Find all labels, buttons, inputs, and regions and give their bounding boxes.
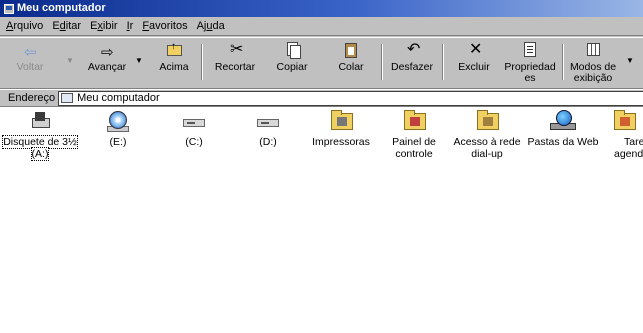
title-bar: Meu computador	[0, 0, 643, 17]
floppy-drive-icon	[26, 110, 54, 134]
folder-item-printers[interactable]: Impressoras	[307, 110, 375, 148]
printers-folder-icon	[327, 110, 355, 134]
scheduled-tasks-folder-icon	[610, 110, 638, 134]
address-label: Endereço	[8, 92, 56, 104]
scissors-icon: ✂	[230, 41, 244, 58]
toolbar-separator	[381, 44, 383, 80]
window-title: Meu computador	[17, 2, 106, 14]
toolbar-separator	[562, 44, 564, 80]
up-folder-icon	[167, 41, 182, 56]
paste-icon	[345, 43, 357, 58]
back-dropdown-icon[interactable]: ▼	[66, 56, 74, 65]
toolbar: ⇦ Voltar ▼ ⇨ Avançar ▼ Acima ✂ Recortar …	[0, 37, 643, 89]
control-panel-folder-icon	[400, 110, 428, 134]
back-arrow-icon: ⇦	[24, 44, 37, 61]
cut-button[interactable]: ✂ Recortar	[212, 40, 258, 86]
views-dropdown-icon[interactable]: ▼	[626, 56, 634, 65]
web-folders-icon	[549, 110, 577, 134]
forward-arrow-icon: ⇨	[101, 44, 114, 61]
properties-icon	[524, 42, 536, 57]
menu-ir[interactable]: Ir	[127, 20, 134, 32]
forward-button[interactable]: ⇨ Avançar	[82, 40, 132, 86]
address-field[interactable]: Meu computador	[58, 90, 643, 106]
undo-icon: ↶	[407, 41, 421, 58]
drive-item-d[interactable]: (D:)	[234, 110, 302, 148]
dialup-folder-icon	[473, 110, 501, 134]
paste-button[interactable]: Colar	[331, 40, 371, 86]
drive-item-a[interactable]: Disquete de 3½ (A:)	[2, 110, 78, 161]
drive-item-c[interactable]: (C:)	[160, 110, 228, 148]
menu-exibir[interactable]: Exibir	[90, 20, 118, 32]
forward-dropdown-icon[interactable]: ▼	[135, 56, 143, 65]
delete-x-icon: ✕	[469, 41, 483, 58]
toolbar-separator	[442, 44, 444, 80]
menu-favoritos[interactable]: Favoritos	[142, 20, 187, 32]
delete-button[interactable]: ✕ Excluir	[452, 40, 496, 86]
cd-drive-icon	[104, 110, 132, 134]
menu-bar: Arquivo Editar Exibir Ir Favoritos Ajuda	[0, 17, 643, 36]
hard-drive-icon	[180, 110, 208, 134]
views-button[interactable]: Modos de exibição	[566, 40, 620, 86]
views-grid-icon	[587, 43, 600, 56]
undo-button[interactable]: ↶ Desfazer	[388, 40, 436, 86]
menu-editar[interactable]: Editar	[52, 20, 81, 32]
menu-arquivo[interactable]: Arquivo	[6, 20, 43, 32]
hard-drive-icon	[254, 110, 282, 134]
toolbar-separator	[201, 44, 203, 80]
address-value: Meu computador	[77, 92, 160, 104]
my-computer-icon	[61, 93, 74, 103]
copy-button[interactable]: Copiar	[272, 40, 312, 86]
address-bar: Endereço Meu computador	[0, 89, 643, 107]
drive-item-e[interactable]: (E:)	[84, 110, 152, 148]
my-computer-icon	[4, 3, 14, 14]
file-view: Disquete de 3½ (A:) (E:) (C:) (D:) Impre…	[0, 107, 643, 333]
folder-item-scheduled-tasks[interactable]: Tare agend	[610, 110, 643, 160]
folder-item-dialup[interactable]: Acesso à rede dial-up	[453, 110, 521, 160]
properties-button[interactable]: Propriedad es	[503, 40, 557, 86]
menu-ajuda[interactable]: Ajuda	[197, 20, 225, 32]
up-button[interactable]: Acima	[154, 40, 194, 86]
folder-item-web-folders[interactable]: Pastas da Web	[528, 110, 599, 148]
back-button[interactable]: ⇦ Voltar	[10, 40, 50, 86]
folder-item-control-panel[interactable]: Painel de controle	[380, 110, 448, 160]
